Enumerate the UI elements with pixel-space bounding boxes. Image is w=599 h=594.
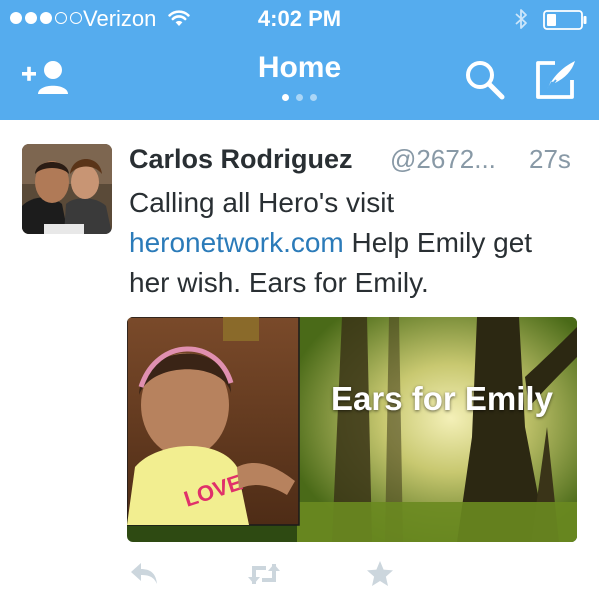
tweet-author-name[interactable]: Carlos Rodriguez [129,144,353,175]
tweet-author-handle[interactable]: @2672... [390,144,496,175]
reply-icon[interactable] [129,560,159,588]
favorite-icon[interactable] [366,560,394,588]
retweet-icon[interactable] [246,560,282,588]
page-dot [282,94,289,101]
compose-icon[interactable] [533,56,579,102]
tweet-text-part: Calling all Hero's visit [129,187,395,218]
tweet-timestamp[interactable]: 27s [529,144,571,175]
page-indicator [0,94,599,101]
status-time: 4:02 PM [257,6,342,31]
status-bar: Verizon 4:02 PM [0,0,599,40]
battery-icon [543,10,587,30]
tweet-media-image[interactable]: LOVE [127,317,577,542]
tweet-link[interactable]: heronetwork.com [129,227,344,258]
app-header: Verizon 4:02 PM Home [0,0,599,120]
page-dot [310,94,317,101]
tweet-text: Calling all Hero's visit heronetwork.com… [129,183,579,303]
page-dot [296,94,303,101]
bluetooth-icon [515,9,527,29]
page-title: Home [257,51,342,84]
avatar[interactable] [22,144,112,234]
search-icon[interactable] [463,58,507,102]
